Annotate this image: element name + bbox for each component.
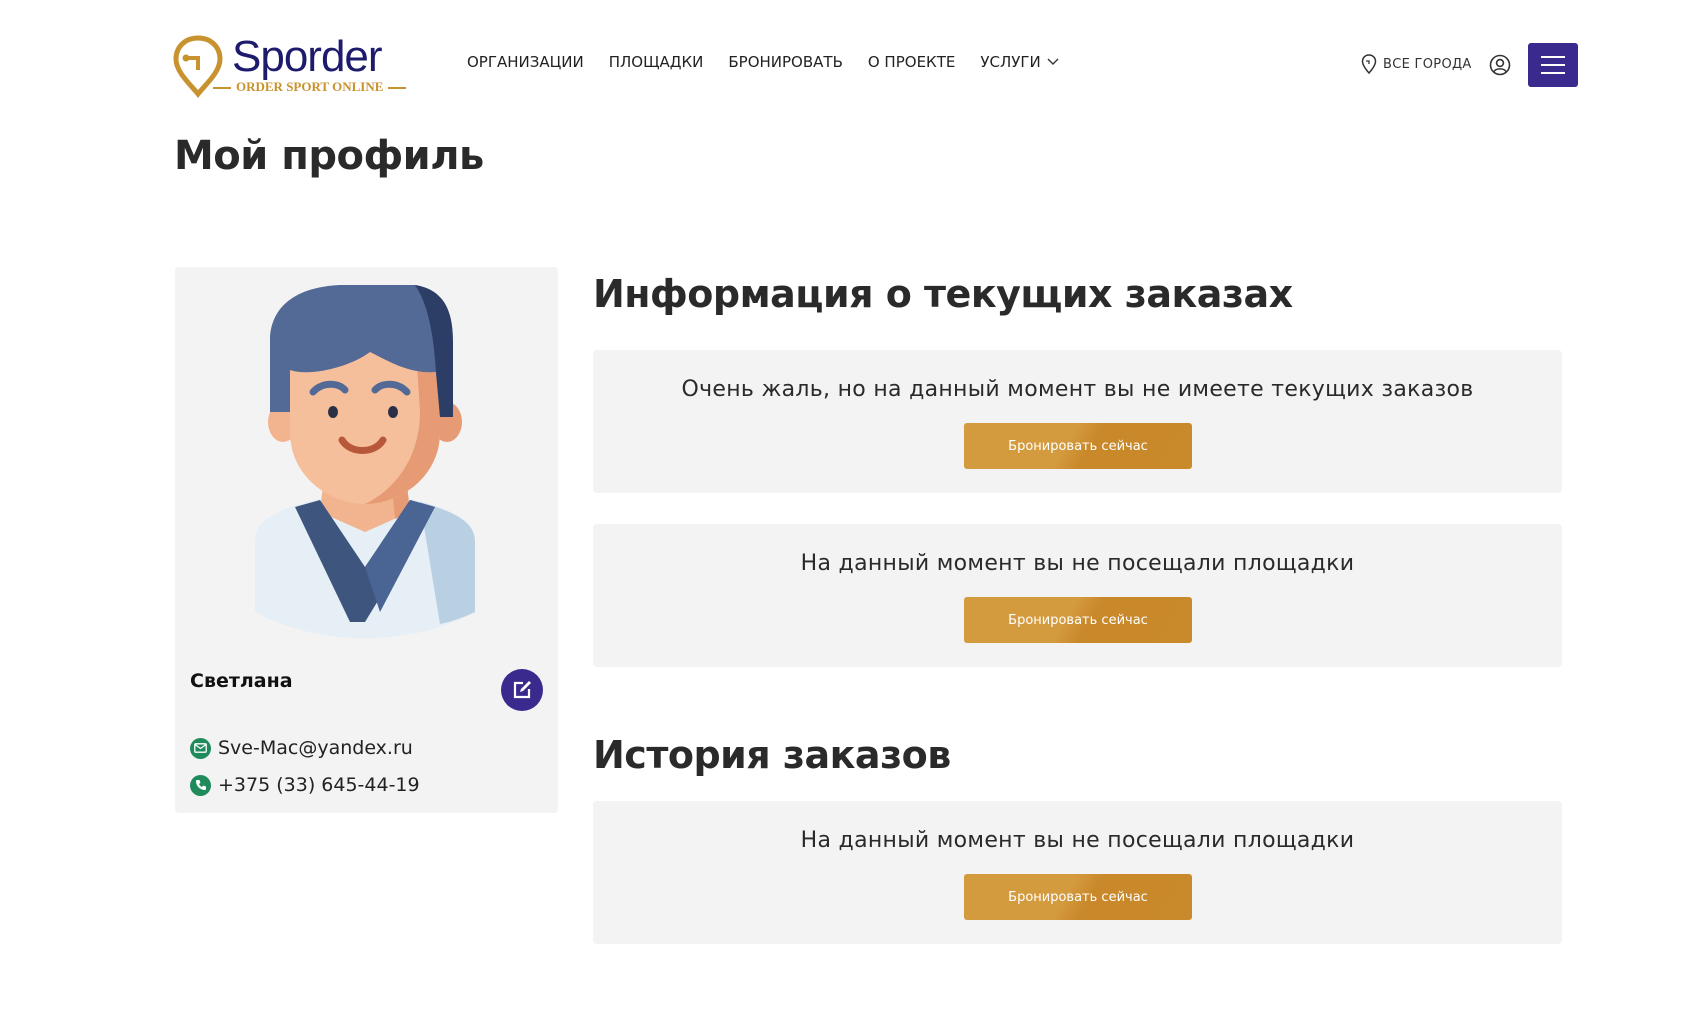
edit-icon [513,681,531,699]
no-visits-message: На данный момент вы не посещали площадки [800,551,1355,576]
nav-item-about[interactable]: О ПРОЕКТЕ [868,53,955,71]
user-icon [1489,54,1511,76]
logo-wordmark: Sporder [232,32,383,81]
main-nav: ОРГАНИЗАЦИИ ПЛОЩАДКИ БРОНИРОВАТЬ О ПРОЕК… [467,53,1084,71]
current-orders-title: Информация о текущих заказах [593,272,1293,316]
profile-name: Светлана [190,670,293,692]
book-now-button[interactable]: Бронировать сейчас [964,874,1192,920]
phone-icon [190,774,211,796]
hamburger-menu-icon [1541,56,1565,58]
phone-text: +375 (33) 645-44-19 [218,774,420,796]
city-label: ВСЕ ГОРОДА [1383,56,1472,72]
nav-item-venues[interactable]: ПЛОЩАДКИ [609,53,704,71]
hamburger-menu-button[interactable] [1528,43,1578,87]
profile-phone[interactable]: +375 (33) 645-44-19 [190,774,420,796]
no-orders-message: Очень жаль, но на данный момент вы не им… [681,377,1474,402]
email-icon [190,737,211,759]
location-pin-icon [1361,54,1377,74]
email-text: Sve-Mac@yandex.ru [218,737,413,759]
order-history-title: История заказов [593,733,951,777]
logo-tagline: ORDER SPORT ONLINE [208,79,411,95]
profile-card: Светлана Sve-Mac@yandex.ru +375 (33) 645… [175,267,558,813]
visits-panel: На данный момент вы не посещали площадки… [593,524,1562,667]
page-title: Мой профиль [174,133,484,179]
no-history-message: На данный момент вы не посещали площадки [800,828,1355,853]
edit-profile-button[interactable] [501,669,543,711]
logo[interactable]: Sporder ORDER SPORT ONLINE [172,32,407,98]
nav-item-organizations[interactable]: ОРГАНИЗАЦИИ [467,53,584,71]
city-selector[interactable]: ВСЕ ГОРОДА [1361,54,1472,74]
order-history-panel: На данный момент вы не посещали площадки… [593,801,1562,944]
avatar [255,285,475,639]
nav-item-book[interactable]: БРОНИРОВАТЬ [728,53,843,71]
book-now-button[interactable]: Бронировать сейчас [964,597,1192,643]
current-orders-panel: Очень жаль, но на данный момент вы не им… [593,350,1562,493]
chevron-down-icon [1047,58,1059,65]
profile-email[interactable]: Sve-Mac@yandex.ru [190,737,413,759]
nav-item-services[interactable]: УСЛУГИ [980,53,1059,71]
book-now-button[interactable]: Бронировать сейчас [964,423,1192,469]
user-account-button[interactable] [1489,54,1511,80]
